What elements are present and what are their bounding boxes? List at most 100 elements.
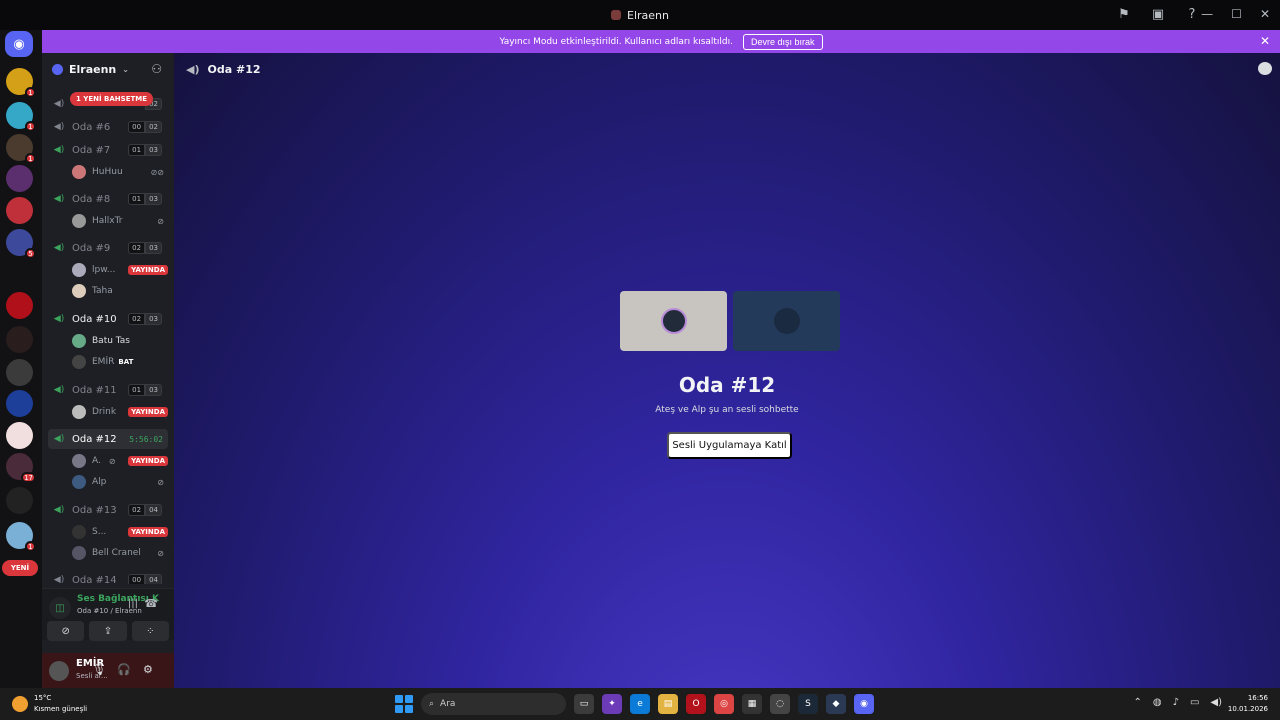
- server-icon[interactable]: 17: [6, 453, 36, 483]
- close-button[interactable]: ✕: [1260, 7, 1270, 21]
- muted-deafened-icon: ⊘⊘: [150, 167, 164, 177]
- chevron-up-icon[interactable]: ⌃: [1133, 697, 1141, 708]
- voice-user[interactable]: HuHuu ⊘⊘: [72, 162, 168, 182]
- user-count: 00 02: [128, 121, 162, 133]
- voice-channel-oda-8[interactable]: ◀) Oda #8 01 03: [48, 189, 168, 209]
- opera-icon[interactable]: O: [686, 694, 706, 714]
- disable-streamer-mode-button[interactable]: Devre dışı bırak: [743, 33, 823, 50]
- minimize-button[interactable]: —: [1201, 7, 1213, 21]
- windows-start-icon[interactable]: [395, 695, 413, 713]
- steam-icon[interactable]: S: [798, 694, 818, 714]
- store-icon[interactable]: ▦: [742, 694, 762, 714]
- voice-user[interactable]: Drink YAYINDA: [72, 402, 168, 422]
- join-voice-button[interactable]: Sesli Uygulamaya Katıl: [667, 432, 792, 459]
- voice-user[interactable]: Alp ⊘: [72, 472, 168, 492]
- taskbar-search[interactable]: ⌕ Ara: [421, 693, 566, 715]
- user-limit: 04: [145, 504, 162, 516]
- camera-off-button[interactable]: ⊘: [47, 621, 85, 641]
- task-view-icon[interactable]: ▭: [574, 694, 594, 714]
- voice-channel-oda-12[interactable]: ◀) Oda #12 5:56:02: [48, 429, 168, 449]
- mention-badge: 5: [25, 248, 36, 259]
- server-icon[interactable]: 5: [6, 229, 36, 259]
- server-icon[interactable]: 1: [6, 522, 36, 552]
- search-icon: ⌕: [429, 699, 435, 709]
- voice-channel-oda-13[interactable]: ◀) Oda #13 02 04: [48, 500, 168, 520]
- server-icon[interactable]: 1: [6, 134, 36, 164]
- user-limit: 03: [145, 384, 162, 396]
- copilot-icon[interactable]: ✦: [602, 694, 622, 714]
- voice-channel-oda-7[interactable]: ◀) Oda #7 01 03: [48, 140, 168, 160]
- voice-channel-oda-14[interactable]: ◀) Oda #14 00 04: [48, 570, 168, 584]
- microphone-icon[interactable]: 🎙: [92, 663, 106, 676]
- voice-user[interactable]: Batu Tas: [72, 331, 168, 351]
- flag-icon[interactable]: ⚑: [1116, 6, 1132, 22]
- activities-button[interactable]: ⁘: [131, 621, 169, 641]
- chat-bubble-icon[interactable]: [1258, 62, 1272, 75]
- inbox-icon[interactable]: ▣: [1150, 6, 1166, 22]
- voice-user[interactable]: EMİR BAT: [72, 352, 168, 372]
- discord-icon[interactable]: ◉: [854, 694, 874, 714]
- server-icon[interactable]: [6, 197, 33, 224]
- tray-app-icon[interactable]: ◍: [1153, 697, 1162, 708]
- participant-tile[interactable]: [620, 291, 727, 351]
- voice-channel-oda-11[interactable]: ◀) Oda #11 01 03: [48, 380, 168, 400]
- invite-people-icon[interactable]: ⚇: [151, 62, 162, 76]
- voice-action-buttons: ⊘ ⇪ ⁘: [42, 621, 174, 645]
- voice-channel-oda-10[interactable]: ◀) Oda #10 02 03: [48, 309, 168, 329]
- voice-user[interactable]: HallxTr ⊘: [72, 211, 168, 231]
- avatar: [72, 405, 86, 419]
- discord-home-icon[interactable]: ◉: [5, 31, 33, 57]
- clock[interactable]: 16:56 10.01.2026: [1228, 693, 1268, 715]
- avatar: [660, 308, 687, 334]
- mention-badge: 1: [25, 87, 36, 98]
- screen-share-button[interactable]: ⇪: [89, 621, 127, 641]
- server-icon[interactable]: [6, 326, 33, 353]
- window-controls: — ☐ ✕: [1201, 7, 1270, 21]
- avatar[interactable]: [49, 660, 69, 681]
- server-icon[interactable]: [6, 487, 33, 514]
- server-list: ◉ 1 1 1 5 17 1 YENİ: [0, 30, 42, 688]
- server-icon[interactable]: 1: [6, 68, 36, 98]
- server-icon[interactable]: [6, 292, 33, 319]
- volume-icon[interactable]: ◀): [1210, 697, 1222, 708]
- speaker-icon: ◀): [53, 434, 65, 444]
- voice-user[interactable]: lpw... YAYINDA: [72, 260, 168, 280]
- voice-channel-oda-9[interactable]: ◀) Oda #9 02 03: [48, 238, 168, 258]
- voice-user[interactable]: Taha: [72, 281, 168, 301]
- edge-icon[interactable]: e: [630, 694, 650, 714]
- disconnect-icon[interactable]: ☎: [144, 597, 158, 610]
- noise-suppression-icon[interactable]: |||: [128, 598, 138, 609]
- user-name: lpw...: [92, 265, 116, 275]
- new-mention-pill[interactable]: 1 YENİ BAHSETME: [70, 92, 154, 106]
- app-icon[interactable]: ◌: [770, 694, 790, 714]
- chrome-icon[interactable]: ◎: [714, 694, 734, 714]
- file-explorer-icon[interactable]: ▤: [658, 694, 678, 714]
- weather-condition: Kısmen güneşli: [34, 705, 88, 713]
- settings-gear-icon[interactable]: ⚙: [143, 663, 153, 676]
- voice-user[interactable]: Bell Cranel ⊘: [72, 543, 168, 563]
- voice-user[interactable]: A. ⊘ YAYINDA: [72, 451, 168, 471]
- banner-close-icon[interactable]: ✕: [1260, 34, 1270, 48]
- channel-name: Oda #12: [72, 433, 117, 445]
- display-icon[interactable]: ▭: [1190, 697, 1199, 708]
- weather-widget[interactable]: 15°C Kısmen güneşli: [12, 693, 87, 715]
- signal-icon[interactable]: ◫: [49, 597, 71, 619]
- server-header[interactable]: Elraenn ⌄ ⚇: [42, 53, 174, 85]
- help-icon[interactable]: ?: [1184, 6, 1200, 22]
- streamer-mode-banner: Yayıncı Modu etkinleştirildi. Kullanıcı …: [42, 30, 1280, 53]
- server-icon[interactable]: 1: [6, 102, 36, 132]
- headphones-icon[interactable]: 🎧: [117, 663, 131, 676]
- server-icon[interactable]: [6, 359, 33, 386]
- server-icon[interactable]: [6, 422, 33, 449]
- voice-user[interactable]: S... YAYINDA: [72, 522, 168, 542]
- participant-tile[interactable]: [733, 291, 840, 351]
- server-icon[interactable]: [6, 165, 33, 192]
- app-icon[interactable]: ◆: [826, 694, 846, 714]
- user-current: 01: [128, 384, 146, 396]
- server-icon[interactable]: [6, 390, 33, 417]
- maximize-button[interactable]: ☐: [1231, 7, 1242, 21]
- microphone-icon[interactable]: ♪: [1173, 697, 1179, 708]
- new-unreads-pill[interactable]: YENİ: [2, 560, 38, 576]
- mention-badge: 17: [21, 472, 36, 483]
- voice-channel-oda-6[interactable]: ◀) Oda #6 00 02: [48, 117, 168, 137]
